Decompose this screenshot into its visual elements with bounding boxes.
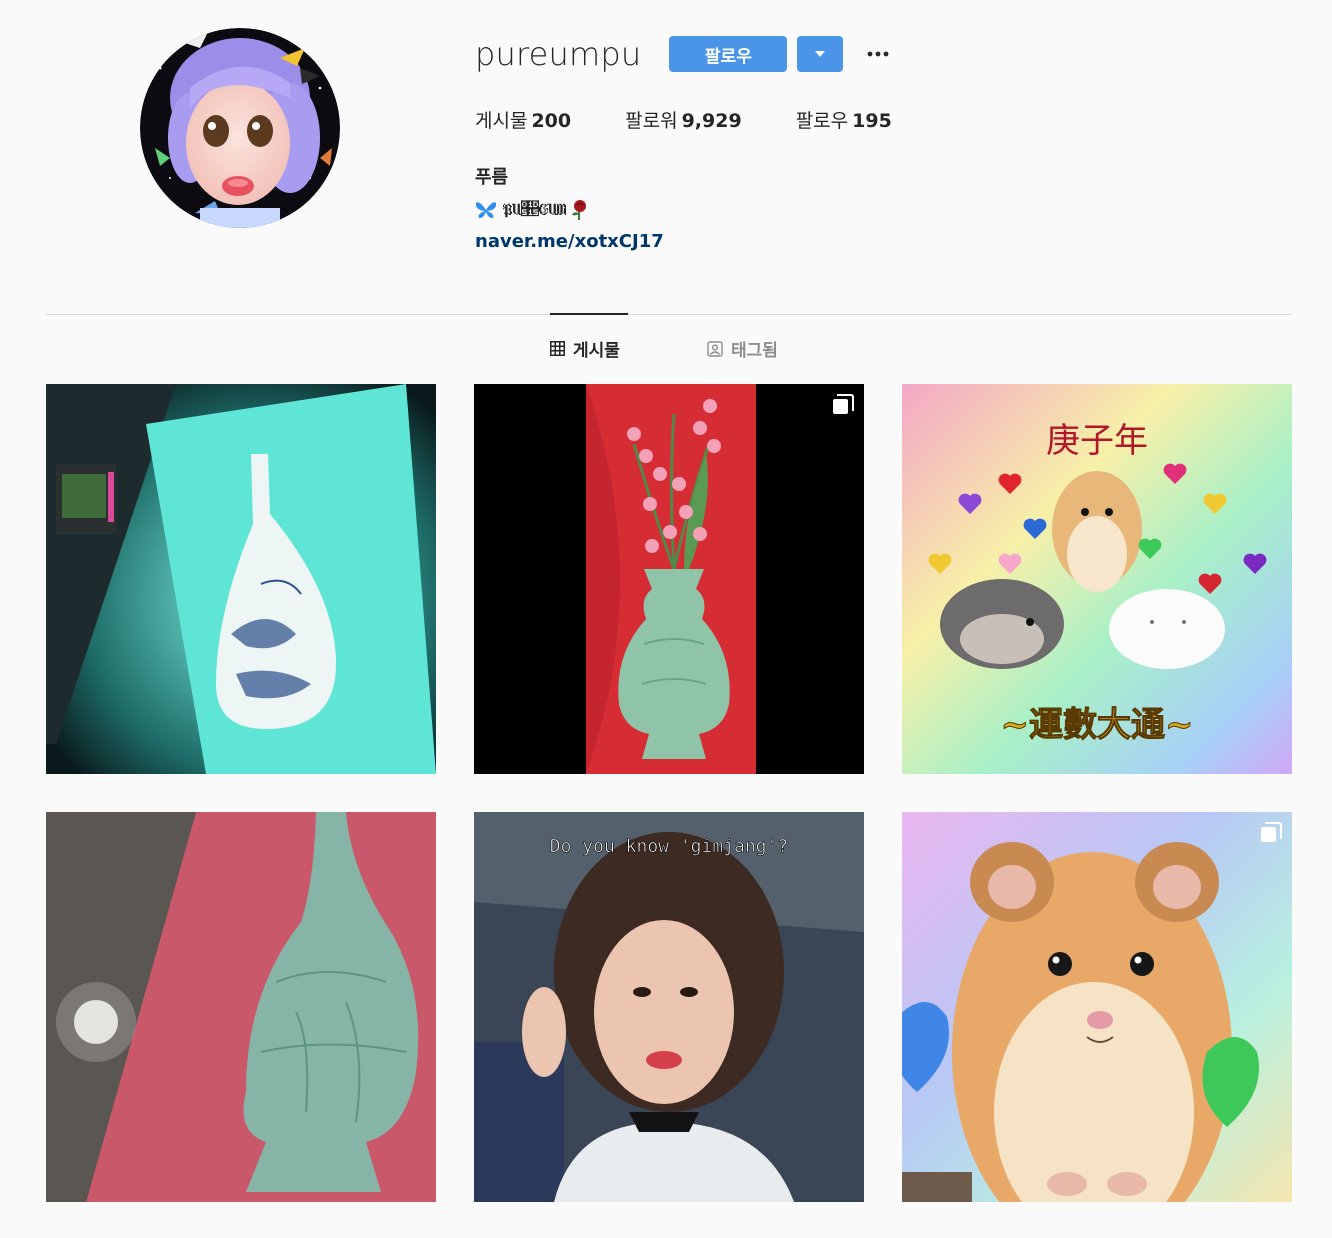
post-thumbnail[interactable] bbox=[902, 812, 1292, 1202]
avatar-illustration bbox=[140, 28, 340, 228]
post-image-celadon-vase-photo bbox=[46, 812, 436, 1202]
grid-icon bbox=[550, 341, 565, 356]
post-thumbnail[interactable] bbox=[46, 812, 436, 1202]
stat-value: 9,929 bbox=[681, 110, 742, 132]
post-thumbnail[interactable] bbox=[46, 384, 436, 774]
stat-label: 팔로우 bbox=[795, 110, 849, 132]
hamster-caption-top: 庚子年 bbox=[1046, 421, 1148, 461]
stat-value: 195 bbox=[852, 110, 892, 132]
hamster-caption-bottom: ~運數大通~ bbox=[1001, 705, 1194, 745]
post-image-vase-on-screen bbox=[46, 384, 436, 774]
profile-link[interactable]: naver.me/xotxCJ17 bbox=[475, 231, 664, 252]
username: pureumpu bbox=[475, 35, 642, 73]
active-tab-indicator bbox=[550, 313, 628, 315]
tab-label: 게시물 bbox=[573, 341, 620, 361]
tab-tagged[interactable]: 태그됨 bbox=[707, 336, 778, 361]
stat-posts: 게시물 200 bbox=[475, 106, 571, 133]
stat-followers[interactable]: 팔로워 9,929 bbox=[625, 106, 742, 133]
tagged-person-icon bbox=[707, 340, 723, 357]
selfie-caption: Do you know 'gimjang'? bbox=[550, 836, 788, 857]
post-image-selfie: Do you know 'gimjang'? bbox=[474, 812, 864, 1202]
stat-following[interactable]: 팔로우 195 bbox=[796, 106, 892, 133]
profile-avatar[interactable] bbox=[140, 28, 340, 228]
post-image-hamsters: 庚子年 ~運數大通~ bbox=[902, 384, 1292, 774]
follow-button[interactable]: 팔로우 bbox=[669, 36, 788, 72]
tabs-divider bbox=[46, 314, 1292, 315]
multiple-photos-icon bbox=[833, 394, 854, 414]
multiple-photos-icon bbox=[1261, 822, 1282, 842]
suggestions-dropdown-button[interactable] bbox=[797, 36, 844, 72]
more-options-button[interactable] bbox=[865, 36, 891, 72]
post-thumbnail[interactable]: 庚子年 ~運數大通~ bbox=[902, 384, 1292, 774]
profile-tabs: 게시물 태그됨 bbox=[0, 336, 1332, 364]
post-image-lily-vase bbox=[474, 384, 864, 774]
display-name: 푸름 bbox=[475, 167, 509, 188]
bio-text: 𝔓𝔘𝔕𝔈𝔘𝔐 bbox=[503, 199, 566, 220]
tab-posts[interactable]: 게시물 bbox=[550, 336, 620, 361]
rose-icon bbox=[572, 200, 586, 220]
profile-stats: 게시물 200 팔로워 9,929 팔로우 195 bbox=[475, 106, 946, 133]
tab-label: 태그됨 bbox=[731, 341, 778, 361]
post-image-hamster-closeup bbox=[902, 812, 1292, 1202]
butterfly-icon bbox=[475, 202, 497, 219]
stat-label: 팔로워 bbox=[625, 110, 678, 132]
more-dots-icon bbox=[867, 51, 889, 57]
profile-header: pureumpu 팔로우 게시물 200 팔로워 9,929 팔로우 195 푸름 bbox=[0, 0, 1332, 300]
username-row: pureumpu 팔로우 bbox=[475, 34, 891, 74]
bio-text-line: 𝔓𝔘𝔕𝔈𝔘𝔐 bbox=[475, 194, 664, 226]
stat-label: 게시물 bbox=[475, 110, 528, 132]
caret-down-icon bbox=[815, 51, 826, 57]
stat-value: 200 bbox=[531, 110, 572, 132]
post-thumbnail[interactable]: Do you know 'gimjang'? bbox=[474, 812, 864, 1202]
profile-bio: 푸름 𝔓𝔘𝔕𝔈𝔘𝔐 naver.me/xotxCJ17 bbox=[475, 162, 664, 258]
post-thumbnail[interactable] bbox=[474, 384, 864, 774]
